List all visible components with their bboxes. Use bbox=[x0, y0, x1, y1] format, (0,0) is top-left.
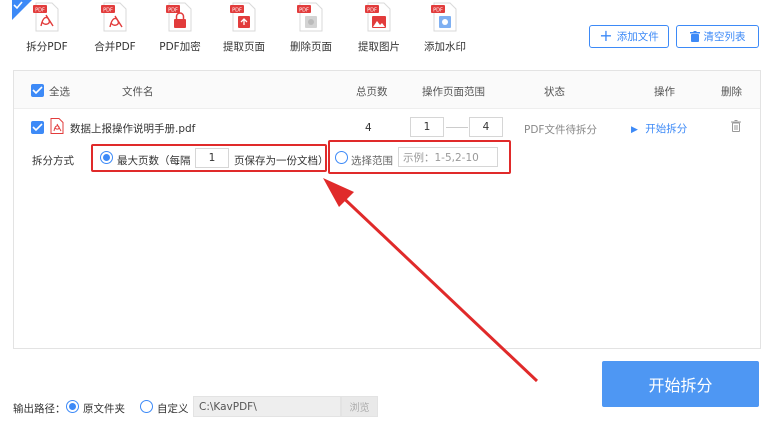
tool-label: 提取图片 bbox=[358, 41, 400, 53]
start-split-link-label: 开始拆分 bbox=[645, 123, 688, 135]
original-folder-label: 原文件夹 bbox=[83, 403, 125, 415]
tool-label: PDF加密 bbox=[159, 41, 201, 53]
file-list-panel: 全选 文件名 总页数 操作页面范围 状态 操作 删除 数据上报操作说明手册.pd… bbox=[13, 70, 761, 349]
svg-text:PDF: PDF bbox=[168, 8, 178, 14]
custom-folder-radio[interactable] bbox=[140, 400, 153, 413]
tool-label: 提取页面 bbox=[223, 41, 265, 53]
pdf-file-icon bbox=[50, 118, 64, 134]
add-file-button[interactable]: + 添加文件 bbox=[589, 25, 669, 48]
svg-text:PDF: PDF bbox=[433, 8, 443, 14]
header-delete: 删除 bbox=[721, 86, 742, 98]
header-status: 状态 bbox=[544, 86, 565, 98]
svg-text:PDF: PDF bbox=[232, 8, 242, 14]
split-pdf-icon: PDF bbox=[33, 2, 59, 32]
header-filename: 文件名 bbox=[122, 86, 154, 98]
svg-text:PDF: PDF bbox=[103, 8, 113, 14]
range-from-input[interactable]: 1 bbox=[410, 117, 444, 137]
tool-label: 删除页面 bbox=[290, 41, 332, 53]
tool-extract-pages[interactable]: PDF 提取页面 bbox=[209, 0, 279, 60]
check-icon bbox=[32, 123, 43, 132]
select-all-label: 全选 bbox=[49, 86, 70, 98]
max-pages-prefix: 最大页数（每隔 bbox=[117, 155, 191, 167]
clear-list-label: 清空列表 bbox=[703, 31, 746, 43]
add-file-label: 添加文件 bbox=[616, 31, 659, 43]
clear-list-button[interactable]: 清空列表 bbox=[676, 25, 759, 48]
select-all-checkbox[interactable] bbox=[31, 84, 44, 97]
add-watermark-icon: PDF bbox=[431, 2, 457, 32]
range-input[interactable]: 示例：1-5,2-10 bbox=[398, 147, 498, 167]
output-path-input[interactable]: C:\KavPDF\ bbox=[193, 396, 341, 417]
play-icon: ▶ bbox=[631, 125, 638, 135]
tool-encrypt-pdf[interactable]: PDF PDF加密 bbox=[145, 0, 215, 60]
delete-row-icon[interactable] bbox=[731, 120, 741, 132]
output-path-label: 输出路径： bbox=[13, 403, 66, 415]
start-split-button[interactable]: 开始拆分 bbox=[602, 361, 759, 407]
svg-text:PDF: PDF bbox=[35, 8, 45, 14]
original-folder-radio[interactable] bbox=[66, 400, 79, 413]
status-text: PDF文件待拆分 bbox=[524, 124, 597, 136]
header-page-range: 操作页面范围 bbox=[422, 86, 485, 98]
extract-pages-icon: PDF bbox=[230, 2, 256, 32]
total-pages-value: 4 bbox=[365, 122, 372, 134]
table-header: 全选 文件名 总页数 操作页面范围 状态 操作 删除 bbox=[14, 71, 760, 109]
svg-text:PDF: PDF bbox=[367, 8, 377, 14]
select-range-radio[interactable] bbox=[335, 151, 348, 164]
tool-split-pdf[interactable]: PDF 拆分PDF bbox=[12, 0, 82, 60]
max-pages-suffix: 页保存为一份文档） bbox=[234, 155, 329, 167]
tool-delete-pages[interactable]: PDF 删除页面 bbox=[276, 0, 346, 60]
row-checkbox[interactable] bbox=[31, 121, 44, 134]
custom-folder-label: 自定义 bbox=[157, 403, 189, 415]
range-to-input[interactable]: 4 bbox=[469, 117, 503, 137]
tool-label: 添加水印 bbox=[424, 41, 466, 53]
tool-label: 拆分PDF bbox=[26, 41, 68, 53]
tool-merge-pdf[interactable]: PDF 合并PDF bbox=[80, 0, 150, 60]
range-separator bbox=[446, 127, 468, 128]
toolbar: PDF 拆分PDF PDF 合并PDF PDF PDF加密 PDF 提取页面 P… bbox=[0, 0, 775, 60]
merge-pdf-icon: PDF bbox=[101, 2, 127, 32]
tool-add-watermark[interactable]: PDF 添加水印 bbox=[410, 0, 480, 60]
split-mode-label: 拆分方式 bbox=[32, 155, 74, 167]
svg-text:PDF: PDF bbox=[299, 8, 309, 14]
browse-button[interactable]: 浏览 bbox=[341, 396, 378, 417]
check-icon bbox=[13, 1, 23, 10]
tool-extract-images[interactable]: PDF 提取图片 bbox=[344, 0, 414, 60]
max-pages-radio[interactable] bbox=[100, 151, 113, 164]
plus-icon: + bbox=[599, 25, 613, 45]
file-name: 数据上报操作说明手册.pdf bbox=[70, 123, 196, 135]
header-total-pages: 总页数 bbox=[356, 86, 388, 98]
extract-images-icon: PDF bbox=[365, 2, 391, 32]
start-split-link[interactable]: ▶ 开始拆分 bbox=[631, 121, 687, 136]
encrypt-pdf-icon: PDF bbox=[166, 2, 192, 32]
max-pages-input[interactable]: 1 bbox=[195, 148, 229, 168]
tool-label: 合并PDF bbox=[94, 41, 136, 53]
check-icon bbox=[32, 86, 43, 95]
trash-icon bbox=[689, 31, 700, 42]
select-range-label: 选择范围 bbox=[351, 155, 393, 167]
active-corner-marker bbox=[12, 0, 32, 20]
table-row: 数据上报操作说明手册.pdf 4 1 4 PDF文件待拆分 ▶ 开始拆分 拆分方… bbox=[14, 109, 760, 174]
header-action: 操作 bbox=[654, 86, 675, 98]
delete-pages-icon: PDF bbox=[297, 2, 323, 32]
